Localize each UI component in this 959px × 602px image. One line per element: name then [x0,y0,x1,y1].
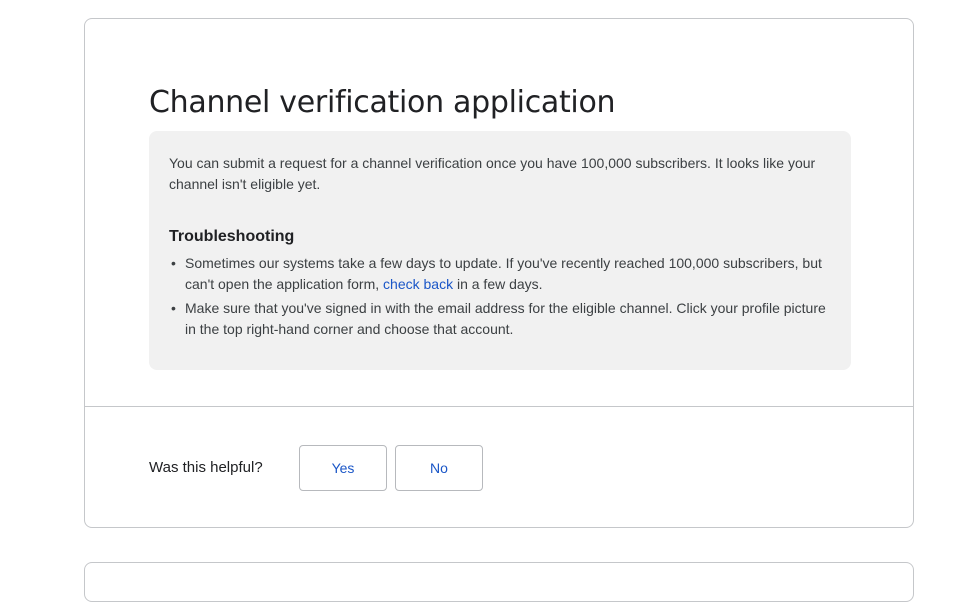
list-item: • Make sure that you've signed in with th… [171,298,831,340]
feedback-question: Was this helpful? [149,459,263,476]
troubleshooting-heading: Troubleshooting [169,228,295,245]
bullet-icon: • [171,255,176,271]
article-card: Channel verification application You can… [84,18,914,528]
list-item-text: Make sure that you've signed in with the… [185,300,826,337]
check-back-link[interactable]: check back [383,276,453,292]
divider [85,406,913,407]
bullet-icon: • [171,300,176,316]
page-title: Channel verification application [149,85,616,120]
list-item-text-after: in a few days. [453,276,543,292]
list-item: • Sometimes our systems take a few days t… [171,253,831,295]
feedback-yes-button[interactable]: Yes [299,445,387,491]
troubleshooting-list: • Sometimes our systems take a few days t… [169,253,831,340]
eligibility-notice: You can submit a request for a channel v… [149,131,851,370]
feedback-no-button[interactable]: No [395,445,483,491]
notice-intro: You can submit a request for a channel v… [169,155,816,192]
next-card [84,562,914,602]
